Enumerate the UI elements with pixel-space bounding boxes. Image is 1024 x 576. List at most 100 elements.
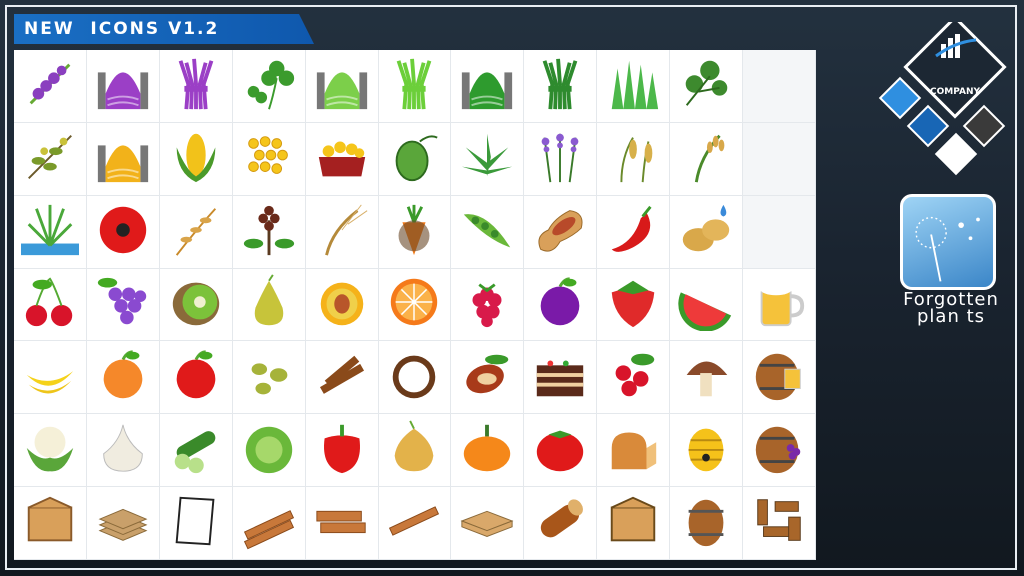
apricot-icon: [94, 346, 152, 408]
grid-cell: [86, 414, 160, 488]
company-diamond-icon: COMPANY: [903, 22, 1007, 119]
barley-icon: [313, 201, 371, 263]
grid-cell: [451, 122, 525, 196]
bell-pepper-icon: [313, 419, 371, 481]
grid-cell: [378, 487, 452, 560]
yellow-silage-bunker-icon: [94, 128, 152, 190]
carrot-icon: [385, 201, 443, 263]
grid-cell: [451, 414, 525, 488]
grid-cell: [305, 341, 379, 415]
grid-cell: [305, 268, 379, 342]
rice-plant-icon: [20, 201, 79, 263]
grid-cell: [524, 50, 598, 123]
grid-cell: [670, 195, 744, 269]
plum-icon: [531, 273, 589, 335]
banana-icon: [21, 346, 79, 408]
pallet-icon: [458, 492, 516, 554]
orange-icon: [385, 273, 443, 335]
grid-cell: [451, 268, 525, 342]
grid-cell: [232, 414, 306, 488]
paper-icon: [167, 492, 225, 554]
pumpkin-icon: [458, 419, 516, 481]
onion-icon: [385, 419, 443, 481]
millet-icon: [604, 128, 662, 190]
wheat-stalk-icon: [677, 128, 735, 190]
planks-icon: [240, 492, 298, 554]
grid-cell: [597, 268, 671, 342]
grid-cell: [670, 268, 744, 342]
lavender-icon: [531, 128, 589, 190]
beam-icon: [385, 492, 443, 554]
cranberry-icon: [604, 346, 662, 408]
grid-cell: [670, 122, 744, 196]
company-logo: COMPANY: [878, 22, 1007, 176]
grid-cell: [378, 122, 452, 196]
cinnamon-icon: [313, 346, 371, 408]
grid-cell: [597, 122, 671, 196]
empty-grid-cell: [743, 195, 816, 269]
grid-cell: [86, 122, 160, 196]
poppy-icon: [94, 201, 152, 263]
grid-cell: [378, 50, 452, 123]
pea-pod-icon: [458, 201, 516, 263]
grid-cell: [451, 341, 525, 415]
grid-cell: [159, 341, 233, 415]
empty-grid-cell: [743, 122, 816, 196]
purple-grass-bundle-icon: [167, 55, 225, 117]
grid-cell: [232, 268, 306, 342]
cauliflower-icon: [21, 419, 79, 481]
grid-cell: [597, 195, 671, 269]
tomato-icon: [531, 419, 589, 481]
grid-cell: [232, 50, 306, 123]
corn-kernels-icon: [240, 128, 298, 190]
grid-cell: [378, 268, 452, 342]
grid-cell: [743, 487, 816, 560]
log-icon: [531, 492, 589, 554]
grid-cell: [305, 122, 379, 196]
coffee-plant-icon: [240, 201, 298, 263]
apple-icon: [167, 346, 225, 408]
grid-cell: [670, 414, 744, 488]
grid-cell: [14, 195, 87, 269]
chili-pepper-icon: [604, 201, 662, 263]
empty-grid-cell: [743, 50, 816, 123]
mod-title: Forgotten plan ts: [903, 289, 999, 327]
grid-cell: [86, 487, 160, 560]
lupine-icon: [21, 55, 79, 117]
grid-cell: [305, 487, 379, 560]
grid-cell: [14, 122, 87, 196]
grid-cell: [86, 268, 160, 342]
cardboard-sheets-icon: [94, 492, 152, 554]
grid-cell: [378, 195, 452, 269]
grid-cell: [597, 487, 671, 560]
hops-icon: [385, 128, 443, 190]
grid-cell: [378, 414, 452, 488]
grid-cell: [524, 195, 598, 269]
oat-icon: [167, 201, 225, 263]
cucumber-icon: [167, 419, 225, 481]
olives-icon: [240, 346, 298, 408]
beer-barrel-icon: [750, 346, 808, 408]
dandelion-icon: [900, 194, 996, 290]
grid-cell: [159, 50, 233, 123]
page-title: NEW ICONS V1.2: [24, 19, 220, 39]
grid-cell: [305, 195, 379, 269]
cardboard-box-icon: [21, 492, 79, 554]
beer-mug-icon: [750, 273, 808, 335]
grid-cell: [451, 195, 525, 269]
grid-cell: [14, 487, 87, 560]
hemp-leaf-icon: [458, 128, 516, 190]
grid-cell: [232, 195, 306, 269]
grid-cell: [86, 50, 160, 123]
corn-cob-icon: [167, 128, 225, 190]
parsley-icon: [677, 55, 735, 117]
raspberry-icon: [458, 273, 516, 335]
clover-silage-bunker-icon: [313, 55, 371, 117]
grid-cell: [14, 414, 87, 488]
wood-scraps-icon: [750, 492, 808, 554]
grid-cell: [159, 414, 233, 488]
cherry-icon: [21, 273, 79, 335]
grid-cell: [670, 50, 744, 123]
corn-tray-icon: [313, 128, 371, 190]
peach-icon: [313, 273, 371, 335]
